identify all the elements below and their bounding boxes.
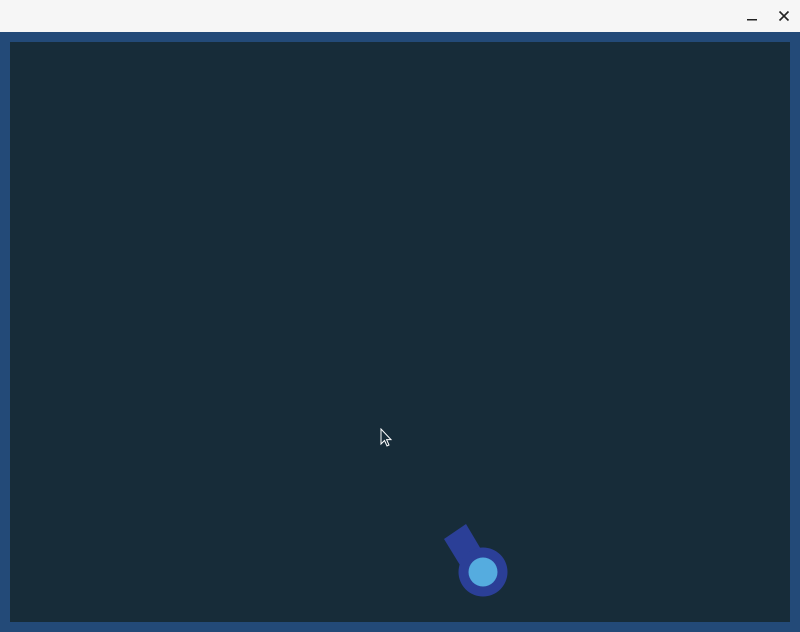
game-window xyxy=(0,0,800,632)
title-bar xyxy=(0,0,800,32)
game-border xyxy=(0,32,800,632)
close-button[interactable] xyxy=(772,4,796,28)
close-icon xyxy=(778,10,790,22)
tank-core xyxy=(468,557,498,587)
minimize-button[interactable] xyxy=(740,4,764,28)
player-tank xyxy=(444,524,508,597)
mouse-cursor-icon xyxy=(380,428,393,447)
minimize-icon xyxy=(747,19,757,21)
